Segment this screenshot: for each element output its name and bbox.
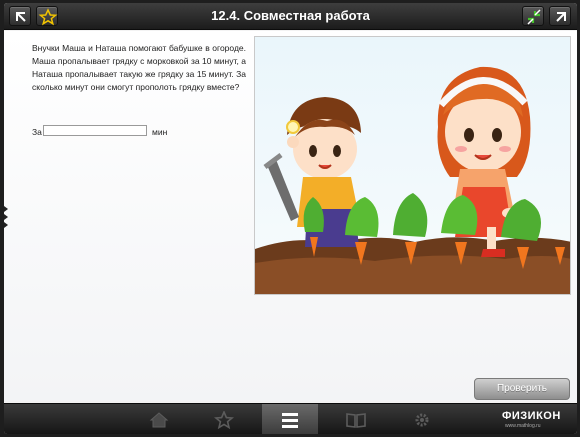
task-content: Внучки Маша и Наташа помогают бабушке в … — [4, 31, 577, 401]
answer-prefix: За — [32, 127, 42, 137]
answer-unit: мин — [152, 127, 168, 137]
home-button[interactable] — [131, 404, 187, 434]
logo-site: www.mathlog.ru — [505, 423, 541, 429]
book-button[interactable] — [328, 404, 384, 434]
menu-icon — [282, 413, 298, 428]
check-button[interactable]: Проверить — [474, 378, 570, 400]
book-icon — [346, 413, 366, 428]
forward-button[interactable] — [549, 6, 571, 26]
fullscreen-button[interactable] — [522, 6, 544, 26]
logo-brand: ФИЗИКОН — [502, 410, 561, 422]
bottom-toolbar: ФИЗИКОН www.mathlog.ru — [4, 403, 577, 434]
fullscreen-toggle-icon — [527, 9, 541, 25]
problem-text: Внучки Маша и Наташа помогают бабушке в … — [32, 43, 246, 92]
fizikon-logo: ФИЗИКОН www.mathlog.ru — [490, 410, 574, 430]
forward-arrow-icon — [556, 12, 566, 22]
page-title: 12.4. Совместная работа — [211, 8, 370, 23]
menu-button[interactable] — [262, 404, 318, 434]
app-window: 12.4. Совместная работа Внучки Маша и На… — [4, 3, 577, 434]
header-bar: 12.4. Совместная работа — [4, 3, 577, 30]
side-panel-handle[interactable] — [4, 206, 10, 230]
home-icon — [149, 412, 169, 428]
illustration-children-weeding-carrots — [254, 36, 571, 295]
star-icon — [213, 411, 235, 429]
answer-input[interactable] — [43, 125, 147, 136]
settings-button[interactable] — [394, 404, 450, 434]
favorites-button[interactable] — [196, 404, 252, 434]
settings-icon — [415, 413, 429, 427]
